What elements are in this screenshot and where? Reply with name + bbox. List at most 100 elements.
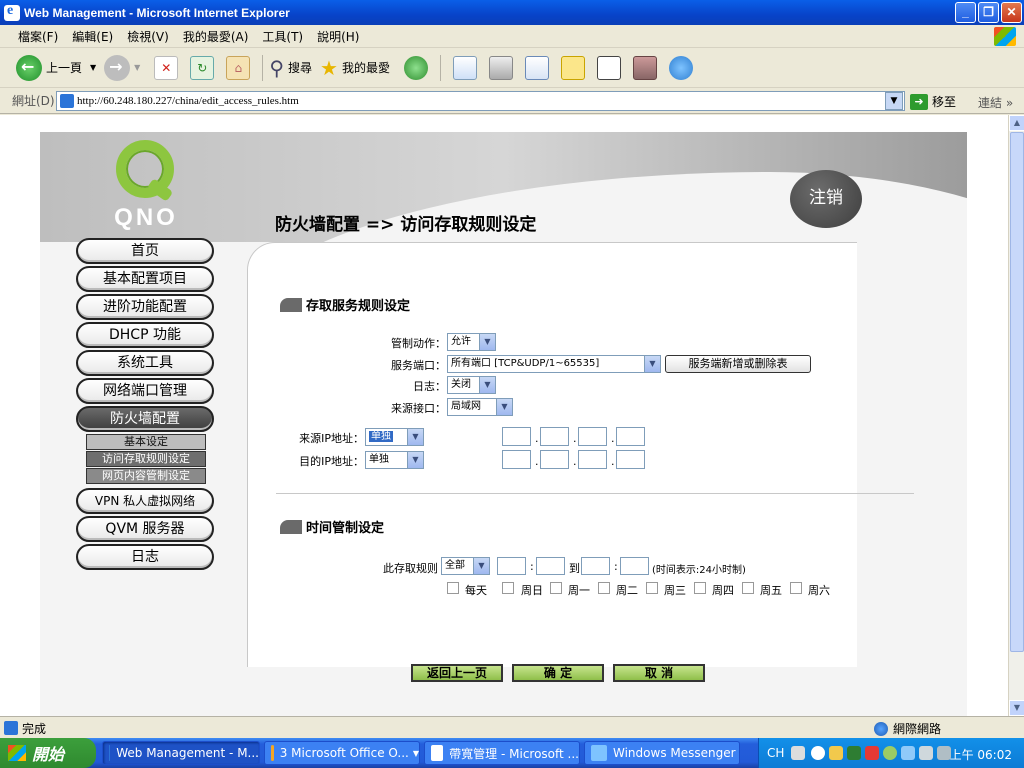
day-checkbox-friday[interactable] bbox=[742, 582, 754, 594]
nav-home[interactable]: 首页 bbox=[76, 238, 214, 264]
rule-time-select[interactable]: 全部 ▼ bbox=[441, 557, 490, 575]
end-hour-input[interactable] bbox=[581, 557, 610, 575]
menu-file[interactable]: 檔案(F) bbox=[18, 28, 58, 45]
display-icon[interactable] bbox=[919, 746, 933, 760]
scroll-down-icon[interactable]: ▼ bbox=[1009, 700, 1024, 716]
nav-port-management[interactable]: 网络端口管理 bbox=[76, 378, 214, 404]
day-checkbox-monday[interactable] bbox=[550, 582, 562, 594]
vertical-scrollbar[interactable]: ▲ ▼ bbox=[1008, 115, 1024, 716]
clock[interactable]: 上午 06:02 bbox=[950, 746, 1012, 763]
shield-icon[interactable] bbox=[865, 746, 879, 760]
confirm-button[interactable]: 确 定 bbox=[512, 664, 604, 682]
task-office[interactable]: 3 Microsoft Office O... ▼ bbox=[264, 741, 420, 765]
arrow-icon[interactable] bbox=[811, 746, 825, 760]
menu-view[interactable]: 檢視(V) bbox=[127, 28, 169, 45]
mail-icon[interactable] bbox=[452, 55, 477, 80]
tray-icon[interactable] bbox=[829, 746, 843, 760]
start-button[interactable]: 開始 bbox=[0, 738, 96, 768]
nav-firewall[interactable]: 防火墙配置 bbox=[76, 406, 214, 432]
day-checkbox-tuesday[interactable] bbox=[598, 582, 610, 594]
source-interface-select[interactable]: 局域网 ▼ bbox=[447, 398, 513, 416]
task-messenger[interactable]: Windows Messenger bbox=[584, 741, 740, 765]
subnav-basic-settings[interactable]: 基本设定 bbox=[86, 434, 206, 450]
menu-edit[interactable]: 編輯(E) bbox=[72, 28, 113, 45]
user-icon[interactable] bbox=[847, 746, 861, 760]
search-label: 搜尋 bbox=[287, 61, 312, 75]
nav-vpn[interactable]: VPN 私人虚拟网络 bbox=[76, 488, 214, 514]
menu-help[interactable]: 說明(H) bbox=[317, 28, 359, 45]
day-checkbox-thursday[interactable] bbox=[694, 582, 706, 594]
nav-advanced-config[interactable]: 进阶功能配置 bbox=[76, 294, 214, 320]
nav-dhcp[interactable]: DHCP 功能 bbox=[76, 322, 214, 348]
forward-dropdown-icon[interactable]: ▼ bbox=[134, 63, 140, 72]
print-icon[interactable] bbox=[488, 55, 513, 80]
favorites-button[interactable]: ★ 我的最愛 bbox=[320, 56, 390, 80]
dest-ip-octet-1[interactable] bbox=[502, 450, 531, 469]
subnav-access-rules[interactable]: 访问存取规则设定 bbox=[86, 451, 206, 467]
dest-ip-type-value: 单独 bbox=[369, 454, 389, 465]
keyboard-icon[interactable] bbox=[791, 746, 805, 760]
source-ip-octet-2[interactable] bbox=[540, 427, 569, 446]
discuss-icon[interactable] bbox=[560, 55, 585, 80]
media-icon[interactable] bbox=[632, 55, 657, 80]
cancel-button[interactable]: 取 消 bbox=[613, 664, 705, 682]
stop-icon[interactable]: ✕ bbox=[154, 55, 179, 80]
task-bandwidth[interactable]: 帶寬管理 - Microsoft ... bbox=[424, 741, 580, 765]
service-port-select[interactable]: 所有端口 [TCP&UDP/1~65535] ▼ bbox=[447, 355, 661, 373]
end-minute-input[interactable] bbox=[620, 557, 649, 575]
day-checkbox-everyday[interactable] bbox=[447, 582, 459, 594]
back-page-button[interactable]: 返回上一页 bbox=[411, 664, 503, 682]
day-checkbox-saturday[interactable] bbox=[790, 582, 802, 594]
messenger-icon[interactable] bbox=[668, 55, 693, 80]
source-ip-octet-3[interactable] bbox=[578, 427, 607, 446]
close-button[interactable]: ✕ bbox=[1001, 2, 1022, 23]
back-dropdown-icon[interactable]: ▼ bbox=[90, 63, 96, 72]
menu-tools[interactable]: 工具(T) bbox=[262, 28, 303, 45]
action-select[interactable]: 允许 ▼ bbox=[447, 333, 496, 351]
start-hour-input[interactable] bbox=[497, 557, 526, 575]
refresh-icon[interactable]: ↻ bbox=[190, 55, 215, 80]
nav-log[interactable]: 日志 bbox=[76, 544, 214, 570]
dest-ip-octet-2[interactable] bbox=[540, 450, 569, 469]
day-checkbox-wednesday[interactable] bbox=[646, 582, 658, 594]
edit-icon[interactable] bbox=[524, 55, 549, 80]
day-checkbox-sunday[interactable] bbox=[502, 582, 514, 594]
dest-ip-type-select[interactable]: 单独 ▼ bbox=[365, 451, 424, 469]
network-icon[interactable] bbox=[901, 746, 915, 760]
source-ip-type-select[interactable]: 单独 ▼ bbox=[365, 428, 424, 446]
source-ip-octet-1[interactable] bbox=[502, 427, 531, 446]
minimize-button[interactable]: _ bbox=[955, 2, 976, 23]
back-button[interactable]: 上一頁 ▼ bbox=[16, 54, 96, 81]
maximize-button[interactable]: ❐ bbox=[978, 2, 999, 23]
service-manage-button[interactable]: 服务端新增或删除表 bbox=[665, 355, 811, 373]
log-select[interactable]: 关闭 ▼ bbox=[447, 376, 496, 394]
logo-text: QNO bbox=[114, 204, 178, 231]
back-label: 上一頁 bbox=[46, 61, 83, 75]
research-icon[interactable] bbox=[596, 55, 621, 80]
nav-basic-config[interactable]: 基本配置项目 bbox=[76, 266, 214, 292]
history-icon[interactable] bbox=[403, 55, 428, 80]
office-icon bbox=[271, 745, 274, 761]
language-indicator[interactable]: CH bbox=[767, 746, 784, 760]
forward-button[interactable]: ▼ bbox=[104, 54, 140, 81]
subnav-content-filter[interactable]: 网页内容管制设定 bbox=[86, 468, 206, 484]
dest-ip-octet-4[interactable] bbox=[616, 450, 645, 469]
task-web-management[interactable]: Web Management - M... bbox=[102, 741, 260, 765]
start-minute-input[interactable] bbox=[536, 557, 565, 575]
source-ip-octet-4[interactable] bbox=[616, 427, 645, 446]
dest-ip-octet-3[interactable] bbox=[578, 450, 607, 469]
scroll-thumb[interactable] bbox=[1010, 132, 1024, 652]
links-button[interactable]: 連結 » bbox=[978, 94, 1013, 111]
address-input[interactable]: http://60.248.180.227/china/edit_access_… bbox=[56, 91, 905, 111]
search-button[interactable]: ⚲ 搜尋 bbox=[269, 56, 312, 80]
nav-system-tools[interactable]: 系统工具 bbox=[76, 350, 214, 376]
menu-favorites[interactable]: 我的最愛(A) bbox=[183, 28, 249, 45]
home-icon[interactable]: ⌂ bbox=[226, 55, 251, 80]
logout-button[interactable]: 注销 bbox=[790, 170, 862, 228]
check-icon[interactable] bbox=[883, 746, 897, 760]
address-dropdown-icon[interactable]: ▼ bbox=[885, 92, 903, 110]
go-button[interactable]: ➜ 移至 bbox=[910, 93, 956, 110]
scroll-up-icon[interactable]: ▲ bbox=[1009, 115, 1024, 131]
to-label: 到 bbox=[569, 562, 580, 575]
nav-qvm-server[interactable]: QVM 服务器 bbox=[76, 516, 214, 542]
